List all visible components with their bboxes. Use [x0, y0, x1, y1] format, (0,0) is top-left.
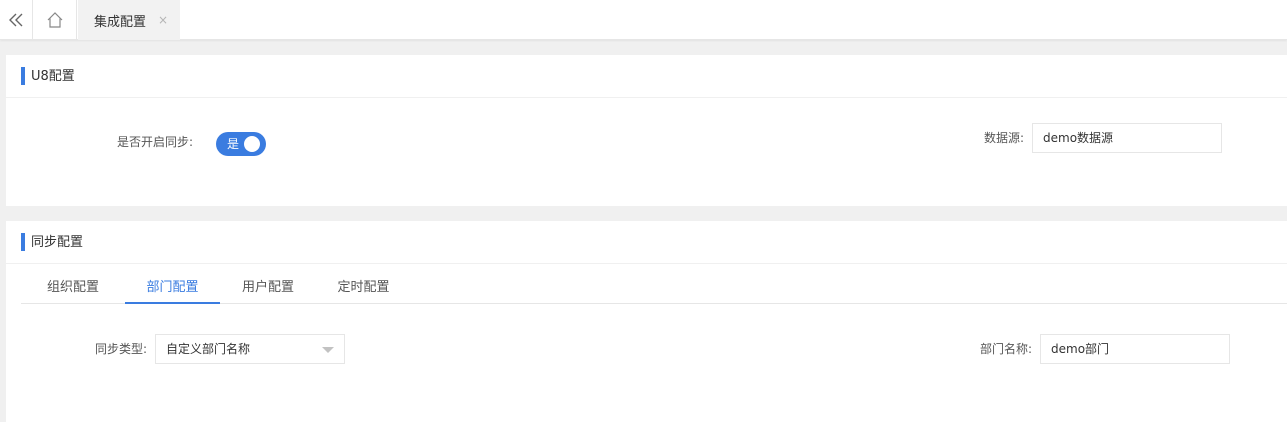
u8-config-card: U8配置 是否开启同步: 是 数据源: demo数据源 [6, 55, 1287, 206]
double-chevron-left-icon [9, 13, 23, 27]
tab-integration-config[interactable]: 集成配置 × [78, 0, 180, 40]
card-title: U8配置 [31, 69, 75, 84]
tab-schedule-config[interactable]: 定时配置 [316, 274, 411, 304]
home-icon [47, 12, 62, 28]
tab-org-config[interactable]: 组织配置 [21, 274, 125, 304]
sync-type-value: 自定义部门名称 [166, 342, 251, 356]
sync-config-tabs: 组织配置 部门配置 用户配置 定时配置 [21, 274, 1287, 304]
close-icon[interactable]: × [158, 12, 168, 28]
card-title: 同步配置 [31, 235, 84, 250]
top-tab-bar: 集成配置 × [0, 0, 1287, 40]
sync-enabled-toggle[interactable]: 是 [216, 132, 266, 156]
toggle-knob [244, 136, 260, 152]
sync-config-card: 同步配置 组织配置 部门配置 用户配置 定时配置 同步类型: 自定义部门名称 部… [6, 221, 1287, 422]
tab-dept-config[interactable]: 部门配置 [125, 274, 220, 304]
sync-enabled-label: 是否开启同步: [117, 135, 194, 149]
sync-type-label: 同步类型: [95, 342, 148, 356]
dept-name-label: 部门名称: [980, 342, 1033, 356]
toggle-text: 是 [227, 137, 240, 151]
title-accent-bar [21, 233, 25, 251]
card-header: 同步配置 [6, 221, 1287, 264]
datasource-label: 数据源: [984, 131, 1025, 145]
collapse-sidebar-button[interactable] [0, 0, 33, 40]
tab-user-config[interactable]: 用户配置 [220, 274, 316, 304]
home-tab-button[interactable] [33, 0, 77, 40]
dept-name-input[interactable]: demo部门 [1040, 334, 1230, 364]
card-header: U8配置 [6, 55, 1287, 98]
title-accent-bar [21, 67, 25, 85]
datasource-input[interactable]: demo数据源 [1032, 123, 1222, 153]
tab-label: 集成配置 [94, 14, 147, 30]
caret-down-icon [322, 347, 334, 353]
sync-type-select[interactable]: 自定义部门名称 [155, 334, 345, 364]
